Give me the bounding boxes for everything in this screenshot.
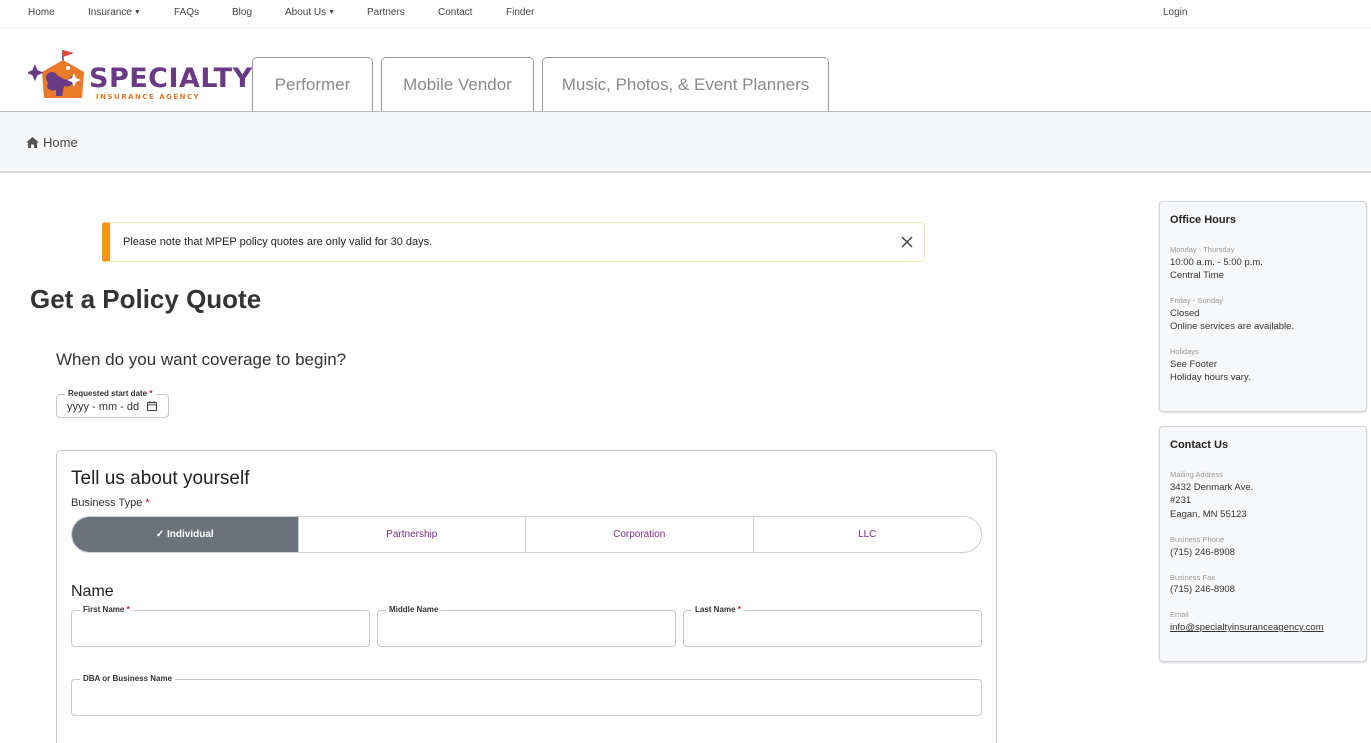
logo-subtitle: INSURANCE AGENCY bbox=[96, 93, 201, 101]
middle-name-field[interactable]: Middle Name bbox=[377, 605, 676, 647]
nav-faqs[interactable]: FAQs bbox=[174, 7, 199, 18]
last-name-field[interactable]: Last Name * bbox=[683, 605, 982, 647]
contact-address-line3: Eagan, MN 55123 bbox=[1170, 509, 1247, 520]
hours-weekend-status: Closed bbox=[1170, 308, 1200, 319]
hours-holidays-note: Holiday hours vary. bbox=[1170, 372, 1251, 383]
hours-weekend-note: Online services are available. bbox=[1170, 321, 1295, 332]
contact-address-line1: 3432 Denmark Ave. bbox=[1170, 482, 1254, 493]
contact-label-mailing: Mailing Address bbox=[1170, 470, 1223, 479]
business-type-partnership[interactable]: Partnership bbox=[297, 517, 526, 552]
hours-weekday-time: 10:00 a.m. - 5:00 p.m. bbox=[1170, 257, 1263, 268]
breadcrumb-bar: Home bbox=[0, 112, 1371, 173]
hours-label-weekday: Monday - Thursday bbox=[1170, 245, 1235, 254]
alert-message: Please note that MPEP policy quotes are … bbox=[123, 236, 433, 248]
first-name-field[interactable]: First Name * bbox=[71, 605, 370, 647]
tab-performer[interactable]: Performer bbox=[252, 57, 373, 111]
required-mark: * bbox=[737, 605, 741, 614]
quote-validity-alert: Please note that MPEP policy quotes are … bbox=[102, 222, 925, 262]
coverage-question: When do you want coverage to begin? bbox=[56, 350, 347, 369]
nav-about[interactable]: About Us ▼ bbox=[285, 7, 335, 18]
close-icon[interactable] bbox=[900, 235, 914, 249]
top-nav: Home Insurance ▼ FAQs Blog About Us ▼ Part… bbox=[0, 0, 1371, 28]
contact-label-fax: Business Fax bbox=[1170, 573, 1216, 582]
hours-weekday-tz: Central Time bbox=[1170, 270, 1224, 281]
dba-label: DBA or Business Name bbox=[80, 674, 176, 684]
required-mark: * bbox=[145, 497, 150, 509]
business-type-llc[interactable]: LLC bbox=[752, 517, 982, 552]
about-yourself-title: Tell us about yourself bbox=[71, 468, 250, 489]
tab-mobile-vendor[interactable]: Mobile Vendor bbox=[381, 57, 534, 111]
office-hours-title: Office Hours bbox=[1170, 214, 1237, 226]
contact-phone[interactable]: (715) 246-8908 bbox=[1170, 547, 1235, 558]
hours-label-holidays: Holidays bbox=[1170, 347, 1199, 356]
last-name-label-text: Last Name bbox=[695, 605, 736, 614]
caret-down-icon: ▼ bbox=[133, 9, 141, 16]
business-type-corporation[interactable]: Corporation bbox=[525, 517, 753, 552]
middle-name-label: Middle Name bbox=[386, 605, 442, 615]
caret-down-icon: ▼ bbox=[328, 9, 336, 16]
contact-label-phone: Business Phone bbox=[1170, 535, 1225, 544]
breadcrumb[interactable]: Home bbox=[26, 135, 78, 150]
about-yourself-card: Tell us about yourself Business Type * ✓… bbox=[56, 450, 997, 743]
business-type-selector: ✓ Individual Partnership Corporation LLC bbox=[71, 516, 982, 553]
page-title: Get a Policy Quote bbox=[30, 284, 262, 314]
last-name-label: Last Name * bbox=[692, 605, 744, 615]
contact-title: Contact Us bbox=[1170, 439, 1229, 451]
logo-wordmark: SPECIALTY bbox=[89, 63, 253, 94]
required-mark: * bbox=[126, 605, 130, 614]
nav-insurance[interactable]: Insurance ▼ bbox=[88, 7, 141, 18]
business-type-individual[interactable]: ✓ Individual bbox=[72, 517, 298, 552]
hours-holidays-value: See Footer bbox=[1170, 359, 1217, 370]
name-heading: Name bbox=[71, 583, 114, 600]
home-icon bbox=[26, 137, 39, 148]
hours-label-weekend: Friday - Sunday bbox=[1170, 296, 1223, 305]
nav-contact[interactable]: Contact bbox=[438, 7, 472, 18]
business-type-label-text: Business Type bbox=[71, 497, 143, 509]
nav-insurance-label: Insurance bbox=[88, 7, 132, 18]
breadcrumb-home[interactable]: Home bbox=[43, 135, 78, 150]
contact-fax: (715) 246-8908 bbox=[1170, 584, 1235, 595]
start-date-label: Requested start date * bbox=[65, 389, 156, 399]
office-hours-panel: Office Hours Monday - Thursday 10:00 a.m… bbox=[1159, 201, 1367, 412]
required-mark: * bbox=[149, 389, 153, 398]
start-date-field[interactable]: Requested start date * yyyy - mm - dd bbox=[56, 389, 169, 418]
contact-panel: Contact Us Mailing Address 3432 Denmark … bbox=[1159, 426, 1367, 662]
calendar-icon[interactable] bbox=[147, 401, 157, 411]
first-name-label-text: First Name bbox=[83, 605, 125, 614]
nav-partners[interactable]: Partners bbox=[367, 7, 405, 18]
nav-about-label: About Us bbox=[285, 7, 327, 18]
dba-field[interactable]: DBA or Business Name bbox=[71, 674, 982, 716]
nav-finder[interactable]: Finder bbox=[506, 7, 534, 18]
nav-blog[interactable]: Blog bbox=[232, 7, 252, 18]
nav-login[interactable]: Login bbox=[1163, 7, 1187, 18]
logo[interactable]: SPECIALTY INSURANCE AGENCY bbox=[28, 48, 252, 106]
first-name-label: First Name * bbox=[80, 605, 133, 615]
start-date-label-text: Requested start date bbox=[68, 389, 148, 398]
contact-label-email: Email bbox=[1170, 610, 1189, 619]
contact-email-link[interactable]: info@specialtyinsuranceagency.com bbox=[1170, 622, 1324, 633]
contact-address-line2: #231 bbox=[1170, 495, 1192, 506]
start-date-placeholder: yyyy - mm - dd bbox=[67, 401, 140, 413]
business-type-label: Business Type * bbox=[71, 497, 150, 509]
logo-mascot-icon bbox=[28, 50, 84, 98]
tab-music-photos-events[interactable]: Music, Photos, & Event Planners bbox=[542, 57, 829, 111]
nav-home[interactable]: Home bbox=[28, 7, 55, 18]
